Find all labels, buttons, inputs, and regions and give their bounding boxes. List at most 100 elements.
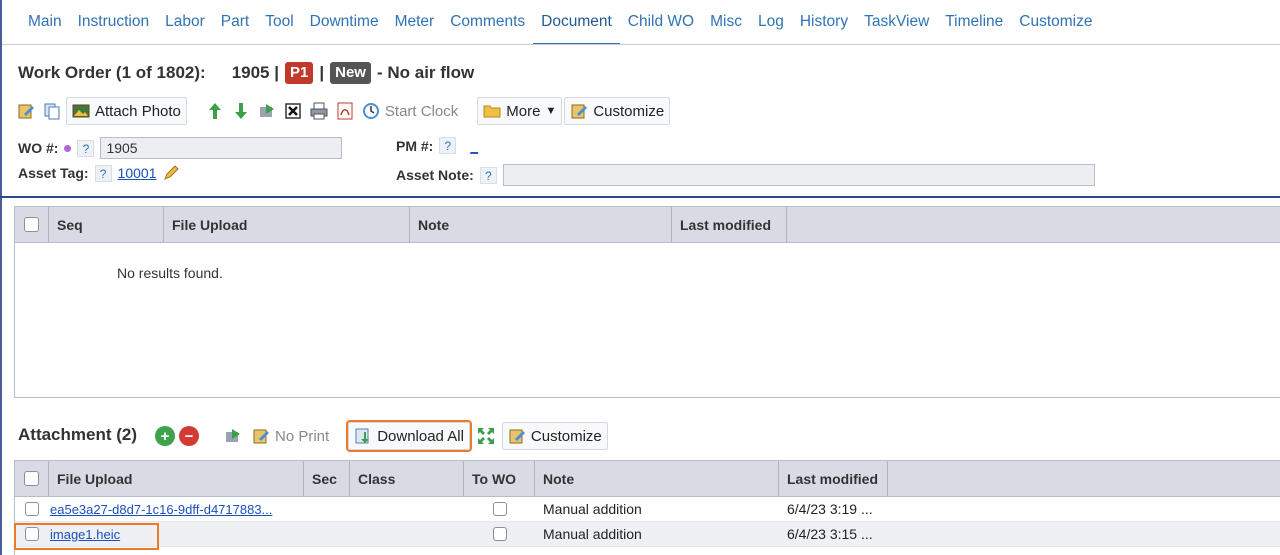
tab-history[interactable]: History [792, 0, 856, 44]
row-checkbox[interactable] [25, 527, 39, 541]
pdf-button[interactable] [333, 97, 357, 125]
more-dropdown[interactable]: More ▼ [477, 97, 563, 125]
asset-note-row: Asset Note: ? [396, 164, 1095, 186]
help-icon[interactable]: ? [94, 164, 112, 182]
file-link[interactable]: ea5e3a27-d8d7-1c16-9dff-d4717883... [50, 502, 272, 517]
column-last-modified[interactable]: Last modified [672, 207, 787, 242]
more-label: More [506, 102, 541, 120]
asset-note-label: Asset Note: [396, 167, 474, 183]
to-wo-checkbox[interactable] [492, 502, 507, 516]
customize-icon [570, 102, 588, 120]
refresh-button[interactable] [255, 97, 279, 125]
edit-icon [252, 427, 270, 445]
title-separator: | [319, 63, 325, 82]
asset-tag-link[interactable]: 10001 [118, 165, 157, 181]
refresh-icon [224, 427, 242, 445]
start-clock-label: Start Clock [384, 102, 459, 120]
attach-photo-button[interactable]: Attach Photo [66, 97, 187, 125]
column-note[interactable]: Note [535, 461, 779, 496]
download-all-button[interactable]: Download All [346, 420, 472, 452]
help-icon[interactable]: ? [479, 166, 497, 184]
tab-timeline[interactable]: Timeline [937, 0, 1011, 44]
asset-tag-label: Asset Tag: [18, 165, 89, 181]
note-cell: Manual addition [543, 526, 642, 542]
tab-log[interactable]: Log [750, 0, 792, 44]
chevron-down-icon: ▼ [545, 105, 557, 117]
column-file-upload[interactable]: File Upload [164, 207, 410, 242]
tab-labor[interactable]: Labor [157, 0, 213, 44]
refresh-attachments-button[interactable] [221, 422, 245, 450]
select-all-checkbox[interactable] [24, 471, 39, 486]
customize-button[interactable]: Customize [564, 97, 671, 125]
print-button[interactable] [307, 97, 331, 125]
tab-child-wo[interactable]: Child WO [620, 0, 702, 44]
record-toolbar: Attach Photo Start Clock More ▼ Customiz… [14, 97, 671, 125]
to-wo-checkbox[interactable] [492, 527, 507, 541]
no-print-button[interactable]: No Print [249, 422, 332, 450]
tab-customize[interactable]: Customize [1011, 0, 1100, 44]
work-order-number: 1905 | [231, 63, 279, 82]
tab-meter[interactable]: Meter [387, 0, 443, 44]
select-all-checkbox-cell [15, 461, 49, 496]
move-up-button[interactable] [203, 97, 227, 125]
move-down-button[interactable] [229, 97, 253, 125]
tab-taskview[interactable]: TaskView [856, 0, 937, 44]
asset-tag-row: Asset Tag: ? 10001 [18, 164, 180, 182]
tab-document[interactable]: Document [533, 1, 620, 44]
attachment-customize-button[interactable]: Customize [501, 422, 608, 450]
column-note[interactable]: Note [410, 207, 672, 242]
no-print-label: No Print [275, 427, 330, 445]
column-class[interactable]: Class [350, 461, 464, 496]
tab-tool[interactable]: Tool [257, 0, 301, 44]
row-checkbox[interactable] [25, 502, 39, 516]
pencil-icon[interactable] [162, 164, 180, 182]
remove-attachment-button[interactable]: − [179, 426, 199, 446]
tab-part[interactable]: Part [213, 0, 257, 44]
edit-button[interactable] [14, 97, 38, 125]
asset-note-field[interactable] [502, 164, 1095, 186]
file-link[interactable]: image1.heic [50, 527, 120, 542]
delete-button[interactable] [281, 97, 305, 125]
help-icon[interactable]: ? [439, 137, 457, 154]
expand-button[interactable] [474, 422, 498, 450]
attachment-grid: File Upload Sec Class To WO Note Last mo… [14, 460, 1280, 555]
attachment-grid-header: File Upload Sec Class To WO Note Last mo… [15, 461, 1280, 497]
download-all-label: Download All [377, 427, 464, 445]
tab-comments[interactable]: Comments [442, 0, 533, 44]
add-attachment-button[interactable]: + [155, 426, 175, 446]
pm-link[interactable]: _ [470, 138, 478, 154]
select-all-checkbox[interactable] [24, 217, 39, 232]
column-sec[interactable]: Sec [304, 461, 350, 496]
start-clock-button[interactable]: Start Clock [359, 97, 461, 125]
required-dot-icon [64, 144, 72, 152]
tab-main[interactable]: Main [2, 0, 70, 44]
documents-grid: Seq File Upload Note Last modified No re… [14, 206, 1280, 398]
customize-label: Customize [593, 102, 665, 120]
help-icon[interactable]: ? [77, 139, 95, 157]
tab-instruction[interactable]: Instruction [70, 0, 158, 44]
column-to-wo[interactable]: To WO [464, 461, 535, 496]
modified-cell: 6/4/23 3:15 ... [787, 526, 873, 542]
column-file-upload[interactable]: File Upload [49, 461, 304, 496]
photo-icon [72, 102, 90, 120]
tab-misc[interactable]: Misc [702, 0, 750, 44]
column-last-modified[interactable]: Last modified [779, 461, 888, 496]
tab-downtime[interactable]: Downtime [302, 0, 387, 44]
pm-label: PM #: [396, 137, 434, 154]
table-row[interactable]: ea5e3a27-d8d7-1c16-9dff-d4717883... Manu… [15, 497, 1280, 522]
wo-number-field[interactable] [100, 137, 343, 159]
attachment-section-title: Attachment (2) [18, 425, 138, 444]
copy-button[interactable] [40, 97, 64, 125]
attachment-customize-label: Customize [530, 427, 602, 445]
pdf-icon [336, 102, 354, 120]
select-all-checkbox-cell [15, 207, 49, 242]
column-seq[interactable]: Seq [49, 207, 164, 242]
wo-field-row: WO #: ? [18, 137, 343, 159]
table-row[interactable]: image1.heic Manual addition 6/4/23 3:15 … [15, 522, 1280, 547]
wo-label: WO #: [18, 140, 59, 156]
documents-grid-header: Seq File Upload Note Last modified [15, 207, 1280, 243]
work-order-description: - No air flow [376, 63, 475, 82]
status-badge: New [330, 62, 371, 84]
tab-bar: Main Instruction Labor Part Tool Downtime Mete… [2, 0, 1280, 45]
record-position: Work Order (1 of 1802): [18, 63, 206, 82]
